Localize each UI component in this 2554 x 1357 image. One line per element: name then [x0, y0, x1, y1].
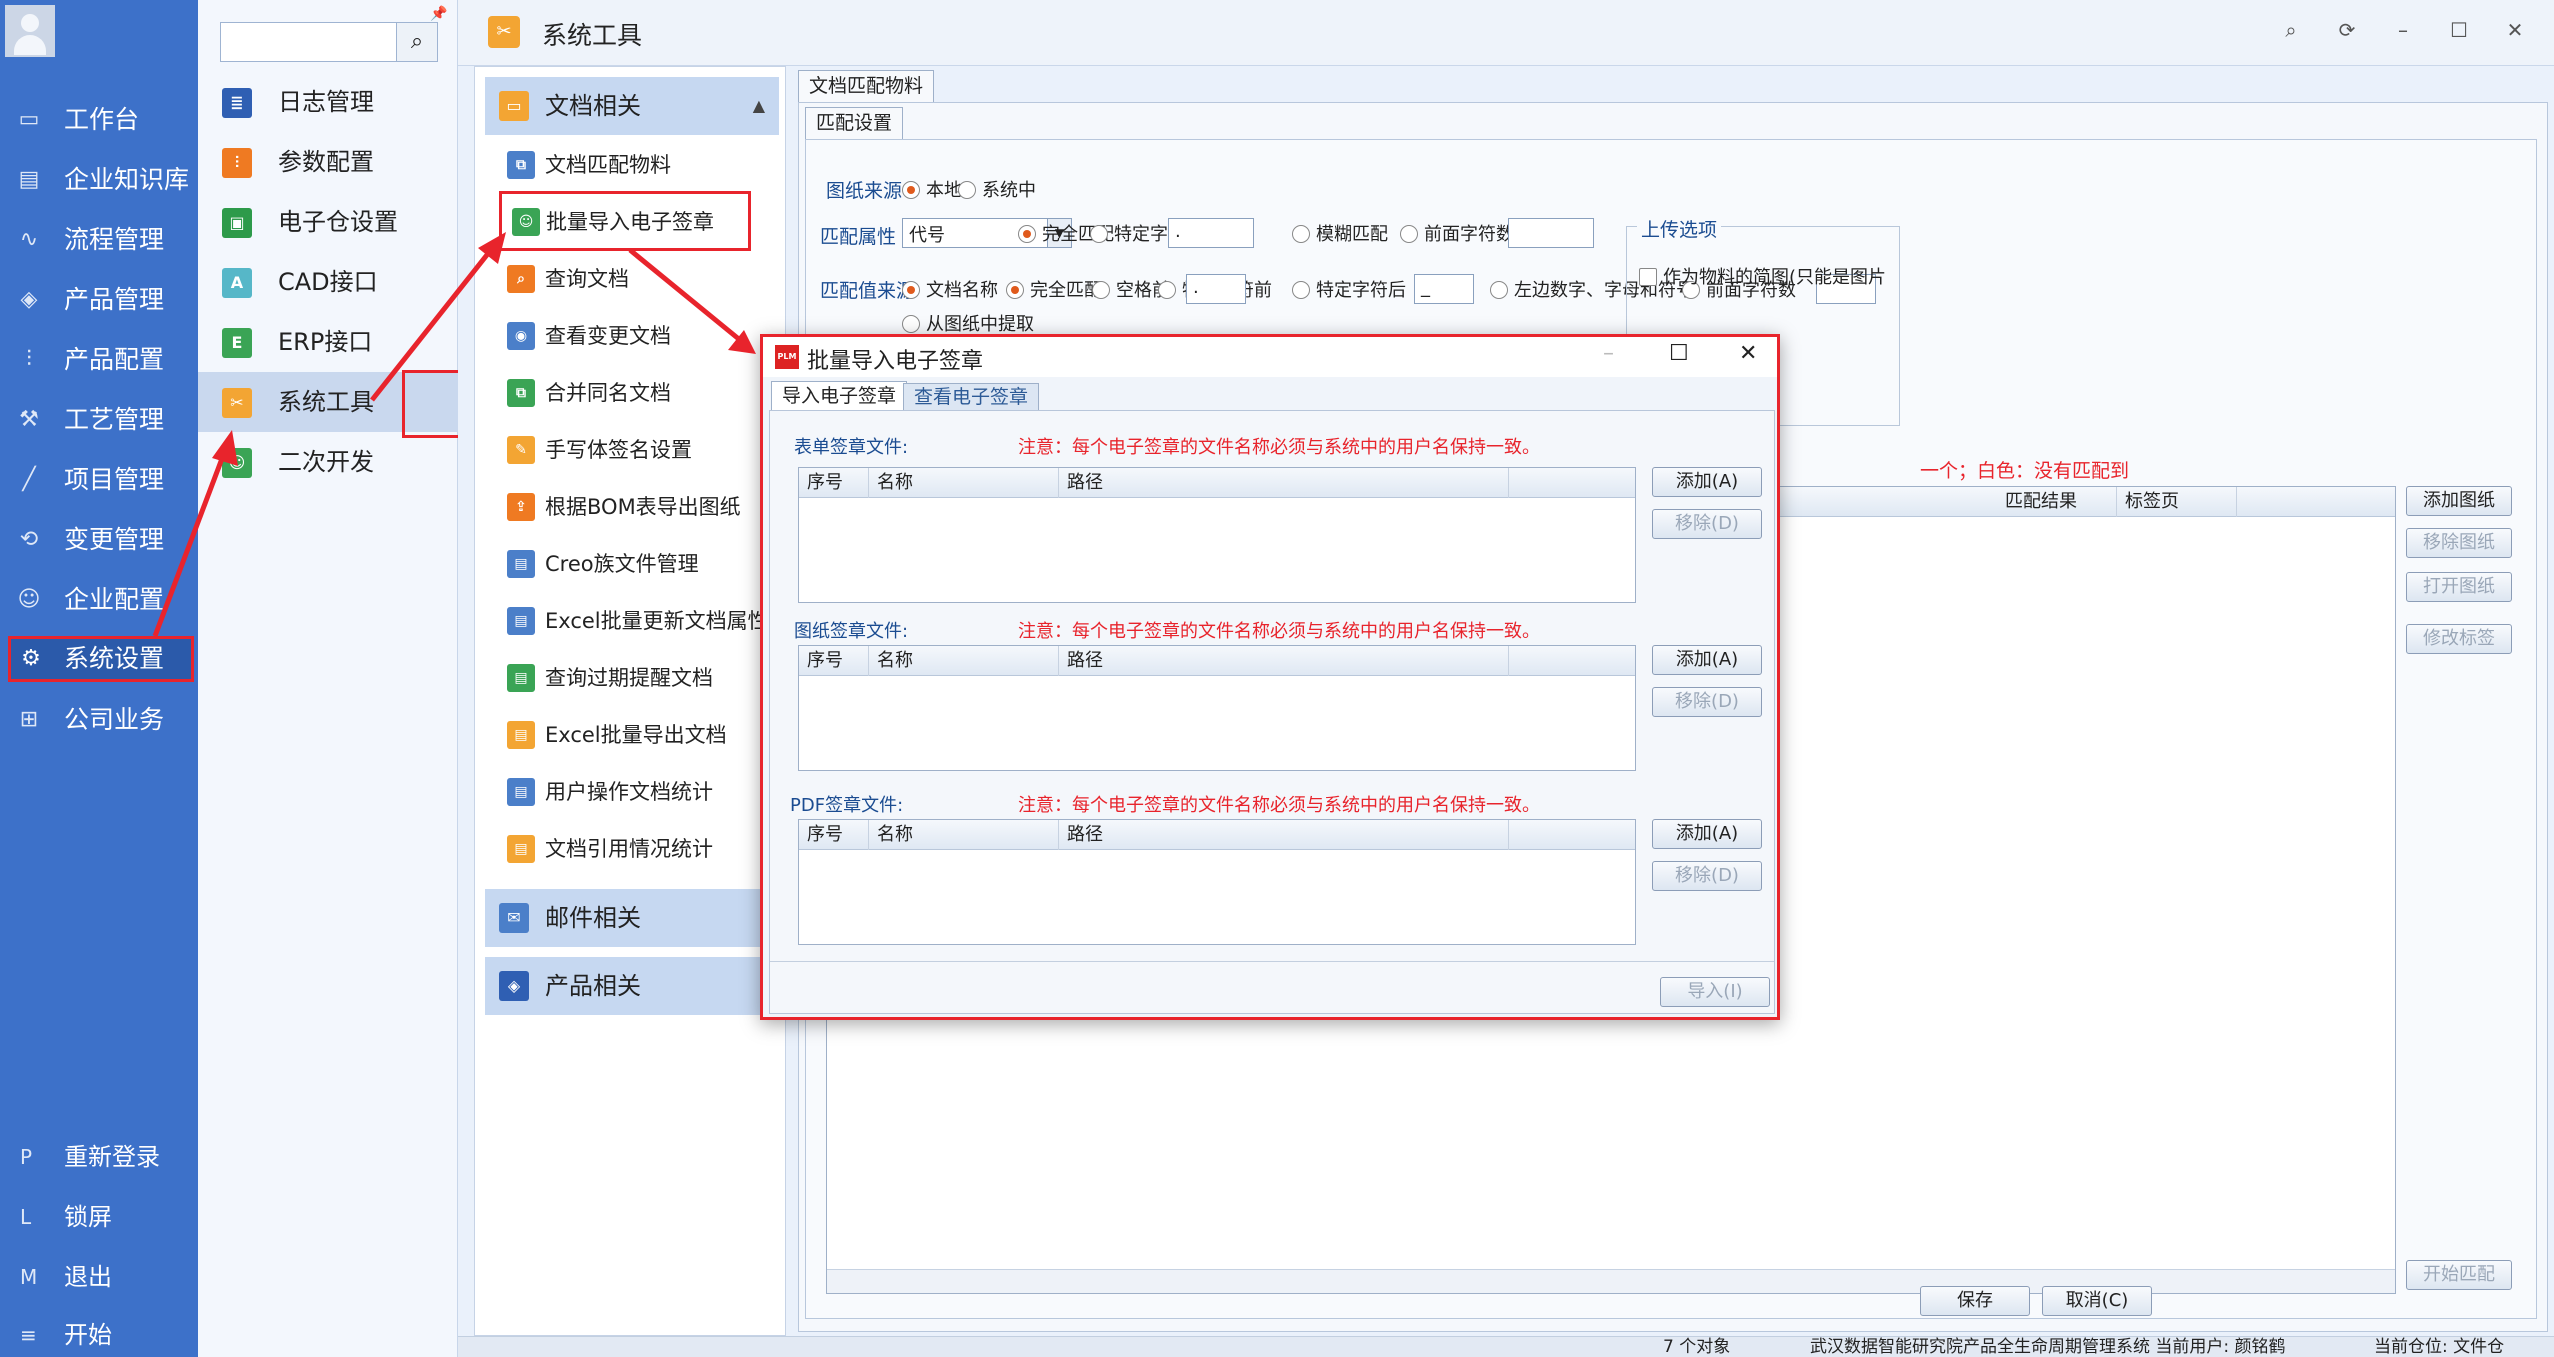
annotation-arrows: [152, 232, 756, 637]
